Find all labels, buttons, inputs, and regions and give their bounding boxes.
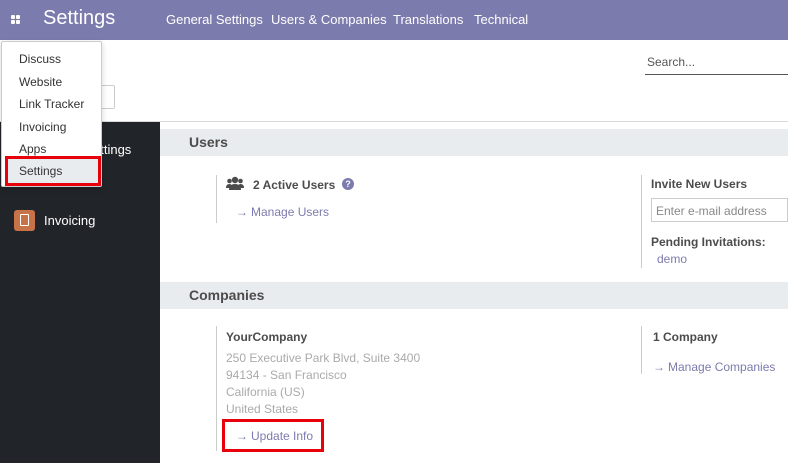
menu-translations[interactable]: Translations [393, 12, 463, 27]
users-section-header: Users [160, 129, 788, 156]
sidebar-item-invoicing[interactable]: Invoicing [0, 203, 160, 237]
invite-title: Invite New Users [651, 177, 748, 191]
manage-users-link[interactable]: → Manage Users [236, 205, 329, 219]
dropdown-item-discuss[interactable]: Discuss [19, 52, 61, 66]
settings-highlight-box [5, 156, 101, 186]
dropdown-item-invoicing[interactable]: Invoicing [19, 120, 66, 134]
users-icon [226, 176, 244, 190]
question-circle-icon[interactable]: ? [342, 178, 354, 190]
section-title: Companies [189, 287, 265, 303]
address-line: California (US) [226, 385, 305, 399]
companies-count-border [641, 326, 642, 374]
invite-left-border [641, 175, 642, 268]
company-name: YourCompany [226, 330, 308, 344]
manage-users-label: Manage Users [251, 205, 330, 219]
pending-user-link[interactable]: demo [657, 252, 687, 266]
manage-companies-link[interactable]: → Manage Companies [653, 360, 775, 374]
email-field[interactable]: Enter e-mail address [651, 198, 788, 222]
update-info-highlight-box [222, 419, 324, 452]
companies-section-header: Companies [160, 282, 788, 309]
arrow-right-icon: → [653, 360, 665, 374]
address-line: 94134 - San Francisco [226, 368, 347, 382]
search-placeholder: Search... [647, 55, 696, 69]
email-placeholder: Enter e-mail address [656, 204, 767, 218]
menu-general-settings[interactable]: General Settings [166, 12, 263, 27]
pending-invitations-title: Pending Invitations: [651, 235, 766, 249]
address-line: United States [226, 402, 299, 416]
manage-companies-label: Manage Companies [668, 360, 776, 374]
company-left-border [216, 326, 217, 451]
dropdown-item-website[interactable]: Website [19, 75, 62, 89]
menu-users-companies[interactable]: Users & Companies [271, 12, 387, 27]
dropdown-item-apps[interactable]: Apps [19, 142, 46, 156]
active-users-count: 2 Active Users [253, 178, 336, 192]
sidebar-item-label: Invoicing [44, 213, 96, 228]
menu-technical[interactable]: Technical [474, 12, 528, 27]
address-line: 250 Executive Park Blvd, Suite 3400 [226, 351, 421, 365]
invoice-icon [14, 210, 35, 231]
search-input[interactable]: Search... [645, 48, 788, 75]
section-title: Users [189, 134, 228, 150]
company-count: 1 Company [653, 330, 718, 344]
apps-menu-button[interactable] [0, 0, 32, 40]
users-left-border [216, 175, 217, 223]
top-navbar: Settings General Settings Users & Compan… [0, 0, 788, 40]
dropdown-item-link-tracker[interactable]: Link Tracker [19, 97, 84, 111]
app-brand[interactable]: Settings [43, 7, 115, 30]
arrow-right-icon: → [236, 205, 248, 219]
